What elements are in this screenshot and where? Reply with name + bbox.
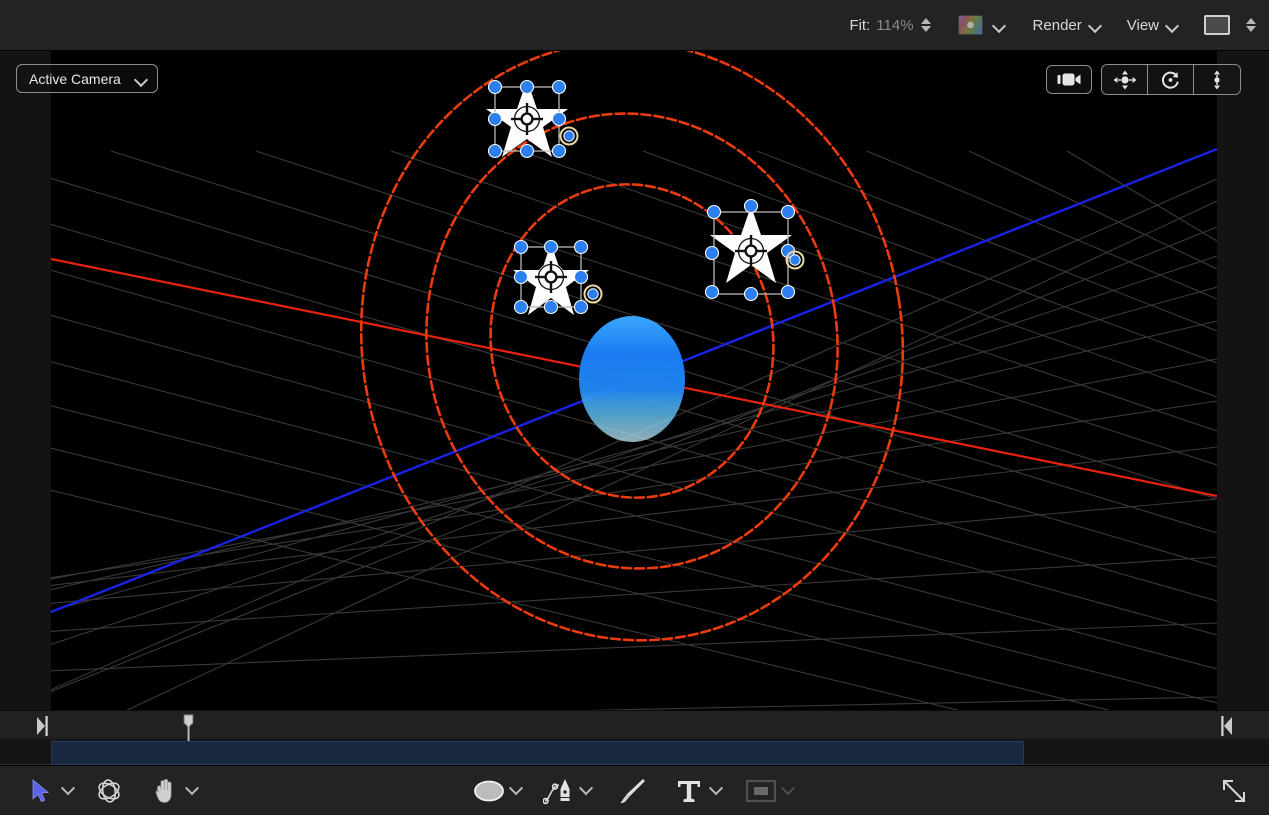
color-swatch-control[interactable] bbox=[957, 15, 1005, 35]
resize-handle bbox=[487, 79, 503, 95]
select-tool[interactable] bbox=[24, 774, 58, 808]
resize-handle bbox=[573, 299, 589, 315]
resize-handle bbox=[551, 111, 567, 127]
orbit-rotate-icon bbox=[1161, 71, 1179, 89]
chevron-down-icon bbox=[1166, 19, 1178, 31]
bezier-pen-tool[interactable] bbox=[542, 774, 576, 808]
bottom-right-tools bbox=[1217, 766, 1251, 815]
chevron-down-icon bbox=[1089, 19, 1101, 31]
fit-label: Fit: bbox=[849, 16, 871, 34]
resize-handle bbox=[706, 204, 722, 220]
orbit-rings-icon bbox=[98, 778, 120, 803]
resize-handle bbox=[780, 204, 796, 220]
render-menu-label: Render bbox=[1032, 16, 1082, 34]
view-menu-label: View bbox=[1126, 16, 1159, 34]
active-camera-label: Active Camera bbox=[29, 70, 121, 87]
pan-tool[interactable] bbox=[148, 774, 182, 808]
render-menu[interactable]: Render bbox=[1033, 17, 1101, 34]
resize-handle bbox=[573, 269, 589, 285]
bottom-center-tools bbox=[472, 766, 798, 815]
resize-handle bbox=[551, 79, 567, 95]
fit-value: 114% bbox=[876, 16, 914, 34]
chevron-down-icon[interactable] bbox=[993, 19, 1005, 31]
hand-icon bbox=[155, 778, 172, 803]
dolly-view-button[interactable] bbox=[1194, 65, 1240, 94]
bottom-left-tools bbox=[24, 766, 202, 815]
text-t-icon bbox=[678, 780, 700, 802]
resize-handle bbox=[513, 239, 529, 255]
resize-handle bbox=[513, 269, 529, 285]
text-tool[interactable] bbox=[672, 774, 706, 808]
view-controls-group bbox=[1046, 64, 1241, 95]
resize-handle bbox=[780, 284, 796, 300]
view-mode-segmented-control bbox=[1101, 64, 1241, 95]
timeline-ruler[interactable] bbox=[0, 710, 1269, 741]
selection-box-1 bbox=[487, 79, 579, 159]
resize-handle bbox=[543, 239, 559, 255]
mask-tool[interactable] bbox=[744, 774, 778, 808]
orbit-view-button[interactable] bbox=[1148, 65, 1194, 94]
mask-tool-menu[interactable] bbox=[778, 774, 798, 808]
resize-handle bbox=[551, 143, 567, 159]
playhead[interactable] bbox=[181, 714, 196, 741]
rectangle-mask-icon bbox=[746, 779, 776, 802]
dolly-updown-icon bbox=[1214, 70, 1220, 89]
in-point-marker[interactable] bbox=[36, 716, 50, 736]
viewport: Active Camera bbox=[0, 51, 1269, 710]
bezier-pen-tool-menu[interactable] bbox=[576, 774, 596, 808]
top-toolbar: Fit: 114% Render View bbox=[0, 0, 1269, 51]
shape-tool[interactable] bbox=[472, 774, 506, 808]
timeline-clip-bar[interactable] bbox=[51, 741, 1024, 765]
pan-view-button[interactable] bbox=[1102, 65, 1148, 94]
resize-handle bbox=[487, 111, 503, 127]
color-gradient-swatch[interactable] bbox=[957, 15, 983, 35]
pan-tool-menu[interactable] bbox=[182, 774, 202, 808]
video-camera-icon bbox=[1057, 73, 1081, 86]
fit-stepper[interactable] bbox=[920, 14, 932, 36]
chevron-down-icon bbox=[135, 73, 147, 85]
fullscreen-toggle[interactable] bbox=[1217, 774, 1251, 808]
text-tool-menu[interactable] bbox=[706, 774, 726, 808]
pan-arrows-icon bbox=[1113, 70, 1136, 89]
shape-tool-menu[interactable] bbox=[506, 774, 526, 808]
resize-handle bbox=[743, 286, 759, 302]
resize-handle bbox=[704, 284, 720, 300]
background-stepper[interactable] bbox=[1245, 14, 1257, 36]
active-camera-selector[interactable]: Active Camera bbox=[16, 64, 158, 93]
bottom-toolbar bbox=[0, 765, 1269, 814]
resize-handle bbox=[487, 143, 503, 159]
resize-handle bbox=[743, 198, 759, 214]
diagonal-resize-icon bbox=[1222, 779, 1246, 802]
resize-handle bbox=[519, 143, 535, 159]
fit-zoom-control[interactable]: Fit: 114% bbox=[849, 14, 931, 36]
background-color-control[interactable] bbox=[1204, 14, 1257, 36]
resize-handle bbox=[704, 245, 720, 261]
select-tool-menu[interactable] bbox=[58, 774, 78, 808]
transform-3d-tool[interactable] bbox=[92, 774, 126, 808]
camera-view-button[interactable] bbox=[1046, 65, 1092, 94]
view-menu[interactable]: View bbox=[1127, 17, 1178, 34]
pen-nib-icon bbox=[543, 778, 570, 804]
paintbrush-icon bbox=[620, 778, 645, 803]
resize-handle bbox=[543, 299, 559, 315]
scene-objects bbox=[51, 51, 1217, 642]
resize-handle bbox=[519, 79, 535, 95]
arrow-cursor-icon bbox=[32, 778, 50, 802]
blue-sphere-object bbox=[579, 316, 685, 442]
canvas-3d-scene[interactable] bbox=[51, 51, 1217, 710]
resize-handle bbox=[513, 299, 529, 315]
paint-stroke-tool[interactable] bbox=[616, 774, 650, 808]
resize-handle bbox=[573, 239, 589, 255]
background-color-swatch[interactable] bbox=[1204, 15, 1230, 35]
timeline-track-row bbox=[0, 741, 1269, 765]
timeline bbox=[0, 710, 1269, 765]
out-point-marker[interactable] bbox=[1219, 716, 1233, 736]
ellipse-icon bbox=[474, 780, 504, 801]
